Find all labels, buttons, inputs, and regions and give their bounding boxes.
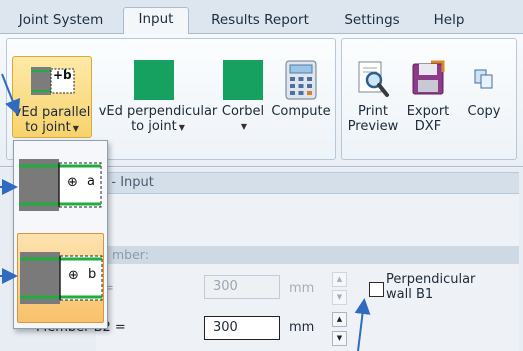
corbel-icon <box>223 60 263 100</box>
ved-perpendicular-icon <box>134 60 174 100</box>
section-title: mber: <box>112 247 149 262</box>
row2-unit: mm <box>289 320 315 335</box>
print-preview-label-line1: Print <box>358 104 388 119</box>
ved-parallel-icon-label: +b <box>53 68 72 82</box>
print-preview-label-line2: Preview <box>347 119 399 134</box>
member-b2-input[interactable]: 300 <box>204 316 280 340</box>
print-preview-icon <box>358 61 389 97</box>
spin-up-icon[interactable]: ▲ <box>332 312 347 327</box>
row1-unit: mm <box>289 281 315 296</box>
compute-button[interactable]: Compute <box>268 56 334 138</box>
chevron-down-icon: ▼ <box>240 122 248 131</box>
ved-parallel-button[interactable]: +b vEd parallel to joint ▼ <box>12 56 92 138</box>
panel-header: n - Input <box>96 172 519 194</box>
member-b1-input[interactable]: 300 <box>204 275 280 299</box>
crosshair-icon: ⊕ <box>67 175 78 190</box>
corbel-button[interactable]: Corbel ▼ <box>218 56 268 138</box>
ved-perpendicular-button[interactable]: vEd perpendicular to joint ▼ <box>96 56 220 138</box>
export-dxf-label-line2: DXF <box>414 119 442 134</box>
menu-tab-bar: Joint System Input Results Report Settin… <box>0 0 523 35</box>
spin-down-icon[interactable]: ▼ <box>332 290 347 305</box>
crosshair-icon: ⊕ <box>68 268 79 283</box>
tab-results-report[interactable]: Results Report <box>200 9 320 35</box>
tab-input[interactable]: Input <box>123 7 189 35</box>
calculator-icon <box>285 60 317 100</box>
ved-parallel-label-line2: to joint <box>25 120 71 135</box>
perpendicular-wall-label[interactable]: Perpendicular wall B1 <box>386 272 475 302</box>
ved-perpendicular-label-line2: to joint <box>131 119 177 134</box>
compute-label: Compute <box>271 104 331 119</box>
perpendicular-wall-label-line1: Perpendicular <box>386 272 476 287</box>
option-letter-b: b <box>88 267 97 282</box>
spin-up-icon[interactable]: ▲ <box>332 272 347 287</box>
tab-help[interactable]: Help <box>425 9 473 35</box>
option-letter-a: a <box>87 174 95 189</box>
corbel-label: Corbel <box>221 104 265 119</box>
ved-perpendicular-label-line1: vEd perpendicular <box>98 104 218 119</box>
print-preview-button[interactable]: Print Preview <box>345 56 401 138</box>
tab-joint-system[interactable]: Joint System <box>6 9 116 35</box>
spin-down-icon[interactable]: ▼ <box>332 331 347 346</box>
perpendicular-wall-label-line2: wall B1 <box>386 287 434 302</box>
ved-parallel-dropdown: ⊕ a ⊕ b <box>13 140 108 329</box>
export-dxf-button[interactable]: Export DXF <box>402 56 454 138</box>
checkbox-icon[interactable] <box>369 282 384 297</box>
chevron-down-icon: ▼ <box>72 124 79 133</box>
dropdown-option-b[interactable]: ⊕ b <box>17 233 104 323</box>
section-bar: mber: <box>96 246 519 264</box>
copy-icon <box>474 69 493 89</box>
ved-parallel-label-line1: vEd parallel <box>13 105 91 120</box>
copy-button[interactable]: Copy <box>458 56 510 138</box>
tab-settings[interactable]: Settings <box>334 9 410 35</box>
copy-label: Copy <box>467 104 501 119</box>
export-dxf-label-line1: Export <box>406 104 450 119</box>
dropdown-option-a[interactable]: ⊕ a <box>17 147 104 223</box>
chevron-down-icon: ▼ <box>178 123 185 132</box>
export-dxf-icon <box>412 60 445 95</box>
